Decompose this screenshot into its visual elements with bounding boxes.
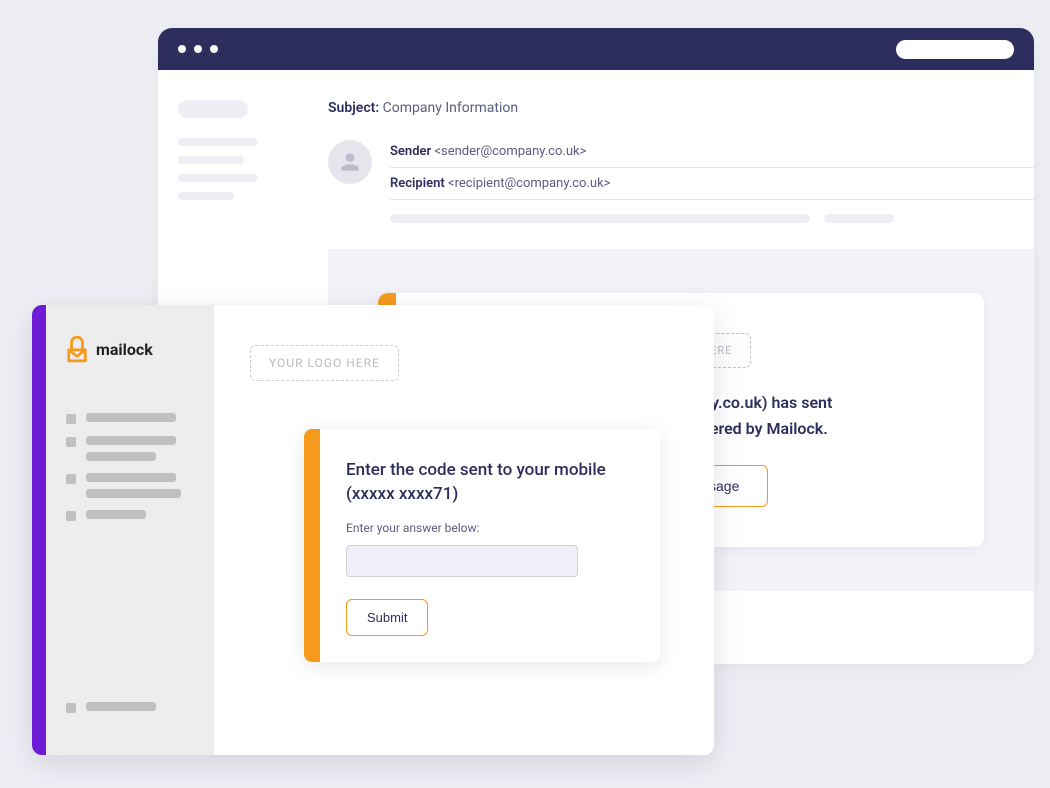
window-dot[interactable]: [194, 45, 202, 53]
sidebar-item: [66, 473, 194, 498]
mailock-logo-icon: [66, 335, 88, 363]
recipient-address: <recipient@company.co.uk>: [448, 176, 610, 191]
logo-placeholder: YOUR LOGO HERE: [250, 345, 399, 381]
header-skeleton: [390, 214, 1034, 223]
avatar: [328, 140, 372, 184]
window-titlebar: [158, 28, 1034, 70]
card-accent: [304, 429, 320, 662]
email-subject: Subject: Company Information: [328, 100, 1034, 116]
window-accent-edge: [32, 305, 46, 755]
recipient-label: Recipient: [390, 176, 445, 191]
mailock-content: YOUR LOGO HERE Enter the code sent to yo…: [214, 305, 714, 755]
brand-name: mailock: [96, 340, 153, 359]
sidebar-item: [66, 510, 194, 521]
mailock-sidebar: mailock: [46, 305, 214, 755]
sidebar-item: [66, 702, 194, 713]
sender-address: <sender@company.co.uk>: [434, 144, 586, 159]
window-dot[interactable]: [210, 45, 218, 53]
mailock-window: mailock: [32, 305, 714, 755]
window-dot[interactable]: [178, 45, 186, 53]
sidebar-item: [66, 436, 194, 461]
sidebar-item: [178, 138, 258, 146]
subject-label: Subject:: [328, 100, 379, 116]
window-search-bar[interactable]: [896, 40, 1014, 59]
submit-button[interactable]: Submit: [346, 599, 428, 636]
person-icon: [337, 149, 363, 175]
verification-code-input[interactable]: [346, 545, 578, 577]
sender-label: Sender: [390, 144, 431, 159]
sidebar-item: [178, 192, 234, 200]
sender-row: Sender <sender@company.co.uk>: [390, 136, 1034, 168]
sidebar-item: [178, 156, 244, 164]
window-controls[interactable]: [178, 45, 218, 53]
recipient-row: Recipient <recipient@company.co.uk>: [390, 168, 1034, 200]
subject-value: Company Information: [383, 100, 518, 116]
sidebar-item: [66, 413, 194, 424]
verification-card: Enter the code sent to your mobile (xxxx…: [304, 429, 660, 662]
sidebar-item: [178, 100, 248, 118]
verification-title: Enter the code sent to your mobile (xxxx…: [346, 459, 634, 507]
mailock-brand: mailock: [66, 335, 194, 363]
sidebar-item: [178, 174, 258, 182]
verification-subtitle: Enter your answer below:: [346, 521, 634, 535]
